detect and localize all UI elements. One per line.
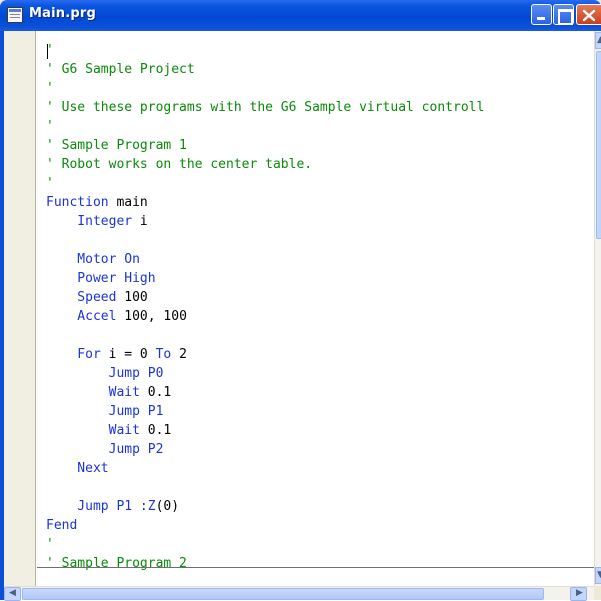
window-title: Main.prg	[29, 6, 96, 21]
scroll-left-arrow-icon: ◀	[9, 588, 16, 598]
code-line: Next	[46, 459, 596, 478]
code-token: Speed	[46, 290, 117, 305]
gutter-divider	[35, 31, 41, 586]
code-line: '	[46, 41, 596, 60]
code-text: ' Sample Program 1	[46, 138, 187, 153]
code-editor[interactable]: ' ' G6 Sample Project ' ' Use these program…	[46, 41, 596, 586]
code-token: Wait	[46, 423, 140, 438]
vertical-scroll-thumb[interactable]	[596, 51, 601, 239]
code-token: (0)	[155, 499, 180, 514]
scroll-up-button[interactable]: ▲	[595, 32, 601, 49]
scroll-down-arrow-icon: ▼	[597, 570, 601, 580]
editor-client-area: ' ' G6 Sample Project ' ' Use these program…	[4, 31, 601, 601]
code-line: Wait 0.1	[46, 383, 596, 402]
horizontal-scrollbar[interactable]: ◀ ▶	[4, 586, 594, 601]
code-text: Next	[46, 461, 109, 476]
vertical-scrollbar[interactable]: ▲ ▼	[594, 31, 601, 586]
code-line: '	[46, 117, 596, 136]
code-line: Function main	[46, 193, 596, 212]
editor-window: Main.prg ' ' G6 Sample Project ' ' Use thes…	[0, 0, 601, 601]
code-token: i = 0	[100, 347, 156, 362]
code-line: Fend	[46, 516, 596, 535]
code-text: ' G6 Sample Project	[46, 62, 195, 77]
code-token: 100	[116, 290, 148, 305]
horizontal-scroll-thumb[interactable]	[22, 588, 544, 600]
minimize-button[interactable]	[531, 4, 552, 25]
code-token: 0.1	[139, 423, 172, 438]
code-line: Motor On	[46, 250, 596, 269]
code-line: ' G6 Sample Project	[46, 60, 596, 79]
code-text: '	[46, 176, 54, 191]
code-line: Jump P1 :Z(0)	[46, 497, 596, 516]
code-token: Jump P1 :Z	[46, 499, 156, 514]
code-text: ' Robot works on the center table.	[46, 157, 313, 172]
procedure-separator	[37, 567, 594, 568]
close-icon	[582, 9, 596, 22]
code-text: '	[46, 119, 54, 134]
scroll-down-button[interactable]: ▼	[595, 567, 601, 584]
code-token: Accel	[46, 309, 117, 324]
code-line: Jump P0	[46, 364, 596, 383]
title-bar[interactable]: Main.prg	[0, 0, 601, 31]
code-text: Jump P1	[46, 404, 164, 419]
code-line: ' Use these programs with the G6 Sample …	[46, 98, 596, 117]
size-grip[interactable]	[594, 586, 601, 600]
code-token: i	[132, 214, 148, 229]
code-line: For i = 0 To 2	[46, 345, 596, 364]
scroll-left-button[interactable]: ◀	[4, 587, 21, 601]
code-text: Motor On	[46, 252, 140, 267]
scroll-right-button[interactable]: ▶	[570, 587, 587, 601]
code-line: ' Robot works on the center table.	[46, 155, 596, 174]
line-gutter	[4, 31, 35, 586]
code-text: ' Use these programs with the G6 Sample …	[46, 100, 485, 115]
code-text: '	[46, 81, 54, 96]
program-file-icon	[7, 7, 23, 23]
code-token: Function	[46, 195, 109, 210]
code-line: Wait 0.1	[46, 421, 596, 440]
code-token: Wait	[46, 385, 140, 400]
code-text: '	[46, 537, 54, 552]
scroll-up-arrow-icon: ▲	[597, 35, 601, 45]
close-button[interactable]	[576, 4, 601, 25]
scroll-right-arrow-icon: ▶	[576, 588, 583, 598]
code-text: ' Sample Program 2	[46, 556, 187, 571]
code-line: Integer i	[46, 212, 596, 231]
code-line: Jump P2	[46, 440, 596, 459]
code-line: ' Sample Program 2	[46, 554, 596, 573]
code-line: Speed 100	[46, 288, 596, 307]
code-line: Accel 100, 100	[46, 307, 596, 326]
code-token: 2	[171, 347, 187, 362]
code-token: To	[155, 347, 172, 362]
code-text: Jump P0	[46, 366, 164, 381]
code-line: '	[46, 174, 596, 193]
code-token: For	[46, 347, 101, 362]
code-line: '	[46, 79, 596, 98]
code-line: Power High	[46, 269, 596, 288]
code-token: main	[108, 195, 148, 210]
code-line: '	[46, 535, 596, 554]
code-text: Jump P2	[46, 442, 164, 457]
code-text: Fend	[46, 518, 78, 533]
code-line: ' Sample Program 1	[46, 136, 596, 155]
code-text: Power High	[46, 271, 156, 286]
text-caret	[47, 44, 48, 59]
code-token: 0.1	[139, 385, 172, 400]
maximize-button[interactable]	[553, 4, 574, 25]
code-token: 100, 100	[116, 309, 187, 324]
code-token: Integer	[46, 214, 133, 229]
code-line: Jump P1	[46, 402, 596, 421]
